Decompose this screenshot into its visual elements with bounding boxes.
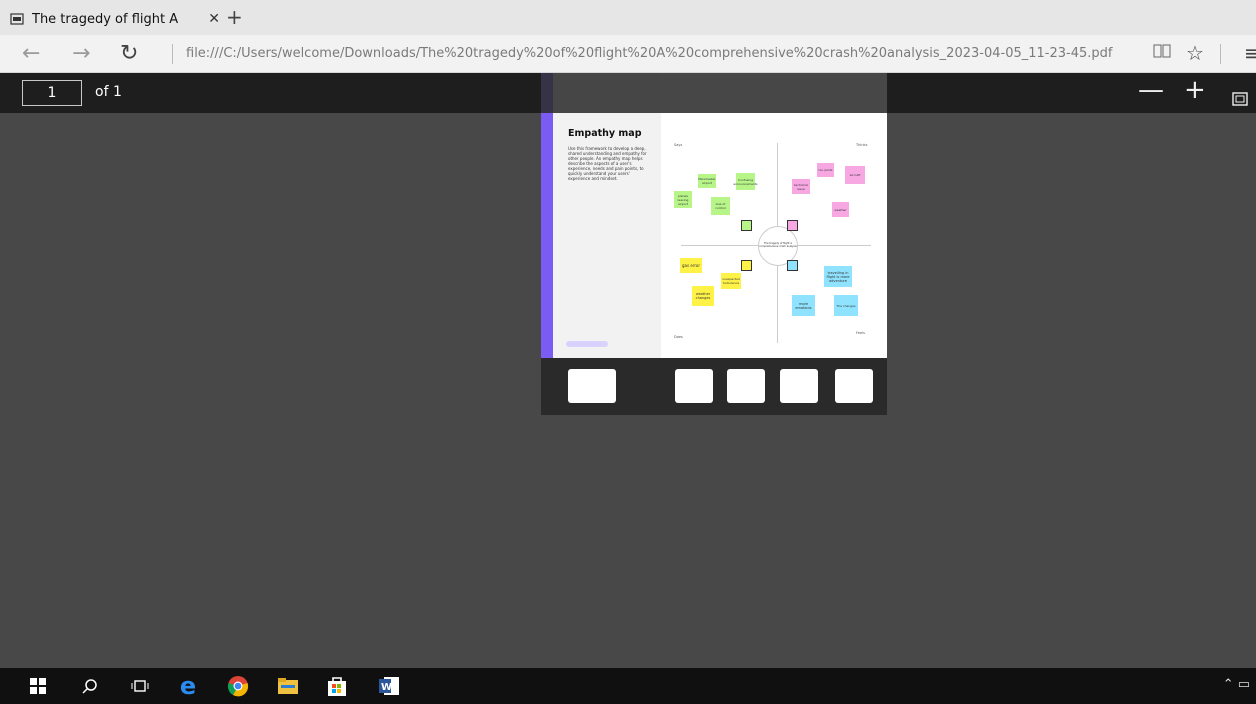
sticky-note: Confusing announcements <box>733 173 758 190</box>
checkbox-icon <box>741 260 752 271</box>
sticky-note: unexpected turbulence <box>721 273 741 289</box>
close-tab-icon[interactable]: ✕ <box>208 11 220 27</box>
quadrant-label-says: Says <box>674 143 683 147</box>
sticky-note: loss of control <box>711 197 730 215</box>
page-number-input[interactable]: 1 <box>22 80 82 106</box>
refresh-icon[interactable]: ↻ <box>120 41 138 66</box>
sticky-note: travelling in flight is more adventure <box>824 266 852 287</box>
sticky-note: aircraft <box>845 166 865 184</box>
screen: The tragedy of flight A ‹ ✕ + ← → ↻ file… <box>0 0 1256 704</box>
chrome-icon[interactable] <box>226 674 250 698</box>
footer-thumbnail <box>727 369 765 403</box>
tab-title: The tragedy of flight A ‹ <box>32 11 182 27</box>
word-icon[interactable]: W <box>377 674 401 698</box>
page-total: of 1 <box>95 84 122 100</box>
sticky-note: too pilots <box>817 163 834 177</box>
footer-thumbnail <box>675 369 713 403</box>
back-icon[interactable]: ← <box>22 41 40 66</box>
separator <box>172 44 173 64</box>
system-tray[interactable]: ⌃ ▭ <box>1223 677 1250 692</box>
quadrant-label-does: Does <box>674 335 683 339</box>
checkbox-icon <box>787 260 798 271</box>
taskbar: e W ⌃ ▭ <box>0 668 1256 704</box>
page-top-overlay <box>541 73 887 113</box>
url-field[interactable]: file:///C:/Users/welcome/Downloads/The%2… <box>186 46 1112 61</box>
pdf-page: Empathy map Use this framework to develo… <box>541 73 887 415</box>
footer-thumbnail <box>780 369 818 403</box>
sticky-note: The changes <box>834 295 858 316</box>
store-icon[interactable] <box>325 674 349 698</box>
favorites-star-icon[interactable]: ☆ <box>1186 41 1204 65</box>
checkbox-icon <box>741 220 752 231</box>
sticky-note: weather changes <box>692 286 714 306</box>
document-description: Use this framework to develop a deep, sh… <box>568 146 647 181</box>
quadrant-label-thinks: Thinks <box>856 143 868 147</box>
sticky-note: weather <box>832 202 849 217</box>
sticky-note: Manchester airport <box>698 174 716 188</box>
accent-bar <box>541 73 553 358</box>
windows-start-icon[interactable] <box>26 674 50 698</box>
browser-tab[interactable]: The tragedy of flight A ‹ ✕ <box>10 6 220 32</box>
search-icon[interactable] <box>78 674 102 698</box>
zoom-in-icon[interactable]: + <box>1184 75 1206 105</box>
reading-view-icon[interactable] <box>1152 41 1172 65</box>
document-title: Empathy map <box>568 128 642 139</box>
sticky-note: more emotions <box>792 295 815 316</box>
file-explorer-icon[interactable] <box>276 674 300 698</box>
sticky-note: planes leaving airport <box>674 191 692 208</box>
task-view-icon[interactable] <box>128 674 152 698</box>
footer-thumbnail <box>568 369 616 403</box>
fit-page-icon[interactable] <box>1232 83 1248 113</box>
center-label: The tragedy of flight A comprehensive cr… <box>759 242 797 248</box>
forward-icon[interactable]: → <box>72 41 90 66</box>
address-bar: ← → ↻ file:///C:/Users/welcome/Downloads… <box>0 35 1256 73</box>
more-menu-icon[interactable]: ≡ <box>1244 41 1256 65</box>
zoom-out-icon[interactable]: — <box>1138 75 1164 105</box>
template-pill <box>566 341 608 347</box>
checkbox-icon <box>787 220 798 231</box>
tab-bar: The tragedy of flight A ‹ ✕ + <box>0 0 1256 35</box>
sticky-note: gas error <box>680 258 702 273</box>
svg-text:W: W <box>381 682 392 693</box>
separator <box>1220 44 1221 64</box>
sticky-note: technical issue <box>792 179 810 194</box>
quadrant-label-feels: Feels <box>856 331 865 335</box>
new-tab-button[interactable]: + <box>226 5 243 29</box>
footer-thumbnail <box>835 369 873 403</box>
edge-icon[interactable]: e <box>176 672 200 700</box>
pdf-icon <box>10 13 24 25</box>
